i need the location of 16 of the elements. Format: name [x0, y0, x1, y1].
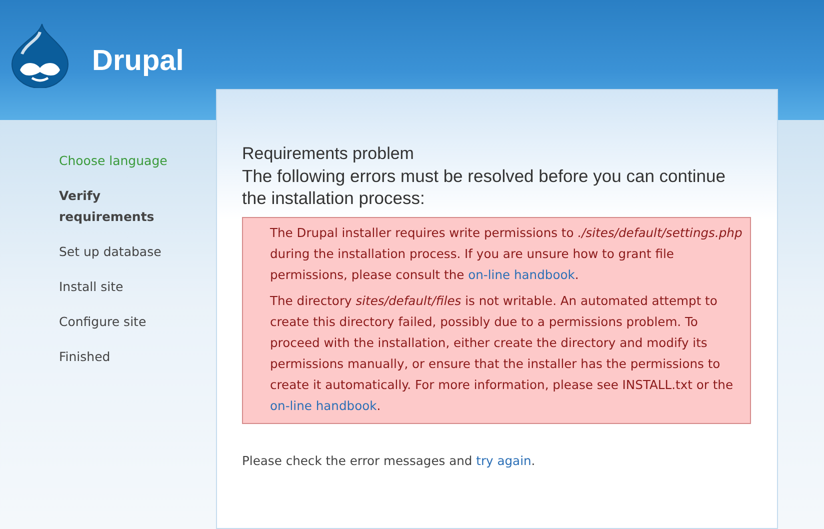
installer-step: Configure site — [59, 311, 216, 332]
page-subtitle: The following errors must be resolved before you can continue the installation process: — [242, 165, 726, 209]
installer-step: Verify requirements — [59, 185, 169, 227]
handbook-link[interactable]: on-line handbook — [468, 268, 575, 282]
handbook-link[interactable]: on-line handbook — [270, 399, 377, 413]
site-name: Drupal — [92, 45, 184, 78]
installer-step: Install site — [59, 276, 216, 297]
try-again-link[interactable]: try again — [476, 454, 532, 468]
footer-text: Please check the error messages and try again. — [242, 454, 536, 468]
page-title: Requirements problem — [242, 143, 415, 165]
installer-step: Set up database — [59, 241, 216, 262]
installer-step: Finished — [59, 346, 216, 367]
installer-step: Choose language — [59, 150, 216, 171]
drop-logo-icon — [10, 22, 70, 88]
error-message: The Drupal installer requires write permissions to ./sites/default/settings.php during the installation process. If you are unsure how to grant file permissions, please consult the on-line handbook. — [270, 225, 744, 284]
error-message: The directory sites/default/files is not writable. An automated attempt to create this directory failed, possibly due to a permissions problem. To proceed with the installation, either create the directory and modify its permissions manually, or ensure that the installer has the permissions to create it automatically. For more information, please see INSTALL.txt or the on-line handbook. — [270, 293, 734, 415]
